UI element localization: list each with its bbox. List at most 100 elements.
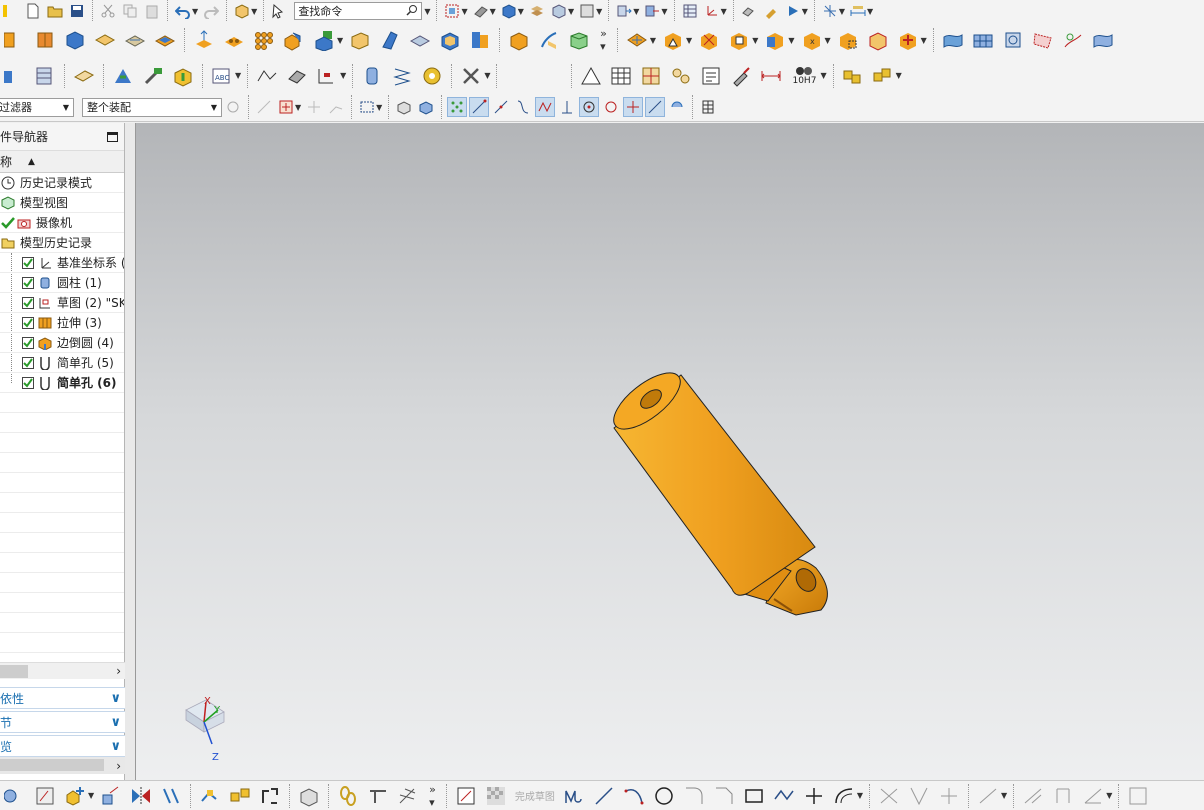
dropdown-arrow-icon[interactable]: ▼ xyxy=(1001,791,1007,800)
table-icon[interactable] xyxy=(609,64,633,88)
navigator-horizontal-scrollbar[interactable]: › xyxy=(0,662,125,679)
dropdown-arrow-icon[interactable]: ▼ xyxy=(896,71,902,80)
finish-sketch-icon[interactable] xyxy=(484,784,508,808)
scale-body-icon[interactable] xyxy=(836,28,860,52)
dimension-icon[interactable] xyxy=(759,64,783,88)
visibility-checkbox[interactable] xyxy=(22,296,34,309)
curve-on-surface-icon[interactable] xyxy=(1061,28,1085,52)
derived-line-icon[interactable] xyxy=(159,784,183,808)
dropdown-arrow-icon[interactable]: ▼ xyxy=(295,103,301,112)
dependencies-panel[interactable]: 依性 ∨ xyxy=(0,687,125,709)
copy-icon[interactable] xyxy=(121,2,139,20)
make-corner-icon[interactable] xyxy=(937,784,961,808)
thread-icon[interactable] xyxy=(366,784,390,808)
point-icon[interactable] xyxy=(802,784,826,808)
cluster-icon[interactable] xyxy=(669,64,693,88)
extrude-tool-icon[interactable] xyxy=(3,28,27,52)
profile-icon[interactable] xyxy=(562,784,586,808)
polygon-icon[interactable] xyxy=(772,784,796,808)
shaded-cube-icon[interactable] xyxy=(500,2,518,20)
document-icon[interactable] xyxy=(699,64,723,88)
shell-icon[interactable] xyxy=(438,28,462,52)
dropdown-arrow-icon[interactable]: ▼ xyxy=(661,7,667,16)
cylinder-part[interactable] xyxy=(605,363,828,616)
dropdown-arrow-icon[interactable]: ▼ xyxy=(568,7,574,16)
scale-sketch-icon[interactable] xyxy=(1021,784,1045,808)
region-icon[interactable] xyxy=(315,64,339,88)
wrap-geometry-icon[interactable] xyxy=(866,28,890,52)
block-tool-icon[interactable] xyxy=(63,28,87,52)
tree-item-model-history[interactable]: 模型历史记录 xyxy=(0,233,124,253)
mirror-icon[interactable] xyxy=(129,784,153,808)
dropdown-arrow-icon[interactable]: ▼ xyxy=(1106,791,1112,800)
redo-icon[interactable] xyxy=(202,2,220,20)
scrollbar-thumb[interactable] xyxy=(0,759,104,771)
view-orient-icon[interactable] xyxy=(550,2,568,20)
bounded-plane-icon[interactable] xyxy=(1001,28,1025,52)
visibility-checkbox[interactable] xyxy=(22,256,34,269)
visibility-checkbox[interactable] xyxy=(22,276,34,289)
tree-item-cameras[interactable]: 摄像机 xyxy=(0,213,124,233)
select-path-icon[interactable] xyxy=(327,98,345,116)
circle-icon[interactable] xyxy=(652,784,676,808)
mirror-body-icon[interactable] xyxy=(567,28,591,52)
thicken-icon[interactable] xyxy=(408,28,432,52)
multi-edit-icon[interactable] xyxy=(396,784,420,808)
database-icon[interactable] xyxy=(33,64,57,88)
edit-feature-icon[interactable] xyxy=(740,2,758,20)
view-triad[interactable]: X Y Z xyxy=(185,696,225,763)
remove-param-icon[interactable] xyxy=(697,28,721,52)
dropdown-arrow-icon[interactable]: ▼ xyxy=(596,7,602,16)
line-icon[interactable] xyxy=(592,784,616,808)
wcs-icon[interactable] xyxy=(703,2,721,20)
analysis-icon[interactable] xyxy=(821,2,839,20)
move-object-icon[interactable] xyxy=(615,2,633,20)
dropdown-arrow-icon[interactable]: ▼ xyxy=(839,7,845,16)
snap-endpoint-icon[interactable] xyxy=(447,97,468,117)
dropdown-arrow-icon[interactable]: ▼ xyxy=(857,791,863,800)
tools-icon[interactable] xyxy=(459,64,483,88)
datum-plane-icon[interactable] xyxy=(312,28,336,52)
more-tools-icon[interactable]: » ▾ xyxy=(600,27,607,53)
snap-perpendicular-icon[interactable] xyxy=(558,98,576,116)
more-tools-icon[interactable]: » ▾ xyxy=(429,783,436,809)
emboss-icon[interactable] xyxy=(222,28,246,52)
tree-item-datum-csys[interactable]: 基准坐标系 ( xyxy=(0,253,124,273)
draft-icon[interactable] xyxy=(378,28,402,52)
select-body-icon[interactable] xyxy=(395,98,413,116)
warning-icon[interactable] xyxy=(661,28,685,52)
snap-line-icon[interactable] xyxy=(469,97,490,117)
tree-item-cylinder[interactable]: 圆柱 (1) xyxy=(0,273,124,293)
chevron-right-icon[interactable]: › xyxy=(116,759,121,773)
dropdown-arrow-icon[interactable]: ▼ xyxy=(490,7,496,16)
dropdown-arrow-icon[interactable]: ▼ xyxy=(752,36,758,45)
sew-icon[interactable] xyxy=(507,28,531,52)
dropdown-arrow-icon[interactable]: ▼ xyxy=(424,7,430,16)
tree-item-model-views[interactable]: 模型视图 xyxy=(0,193,124,213)
background-color-icon[interactable] xyxy=(578,2,596,20)
reattach-icon[interactable] xyxy=(99,784,123,808)
sort-ascending-icon[interactable]: ▲ xyxy=(28,157,35,167)
chamfer-icon[interactable] xyxy=(348,28,372,52)
general-select-icon[interactable] xyxy=(224,98,242,116)
dropdown-arrow-icon[interactable]: ▼ xyxy=(251,7,257,16)
auto-dimension-icon[interactable] xyxy=(228,784,252,808)
pad-tool-icon[interactable] xyxy=(93,28,117,52)
studio-surface-icon[interactable] xyxy=(1031,28,1055,52)
visibility-checkbox[interactable] xyxy=(22,376,34,389)
dropdown-arrow-icon[interactable]: ▼ xyxy=(633,7,639,16)
dropdown-arrow-icon[interactable]: ▼ xyxy=(518,7,524,16)
snap-point-icon[interactable] xyxy=(623,97,644,117)
dropdown-arrow-icon[interactable]: ▼ xyxy=(88,791,94,800)
dropdown-arrow-icon[interactable]: ▼ xyxy=(461,7,467,16)
dropdown-arrow-icon[interactable]: ▼ xyxy=(650,36,656,45)
mesh-surface-icon[interactable] xyxy=(971,28,995,52)
add-feature-icon[interactable] xyxy=(63,784,87,808)
repair-icon[interactable] xyxy=(762,2,780,20)
sweep-icon[interactable] xyxy=(537,28,561,52)
dropdown-arrow-icon[interactable]: ▼ xyxy=(825,36,831,45)
trim-sheet-icon[interactable] xyxy=(1091,28,1115,52)
offset-body-icon[interactable]: x xyxy=(800,28,824,52)
save-icon[interactable] xyxy=(68,2,86,20)
measure-icon[interactable] xyxy=(849,2,867,20)
